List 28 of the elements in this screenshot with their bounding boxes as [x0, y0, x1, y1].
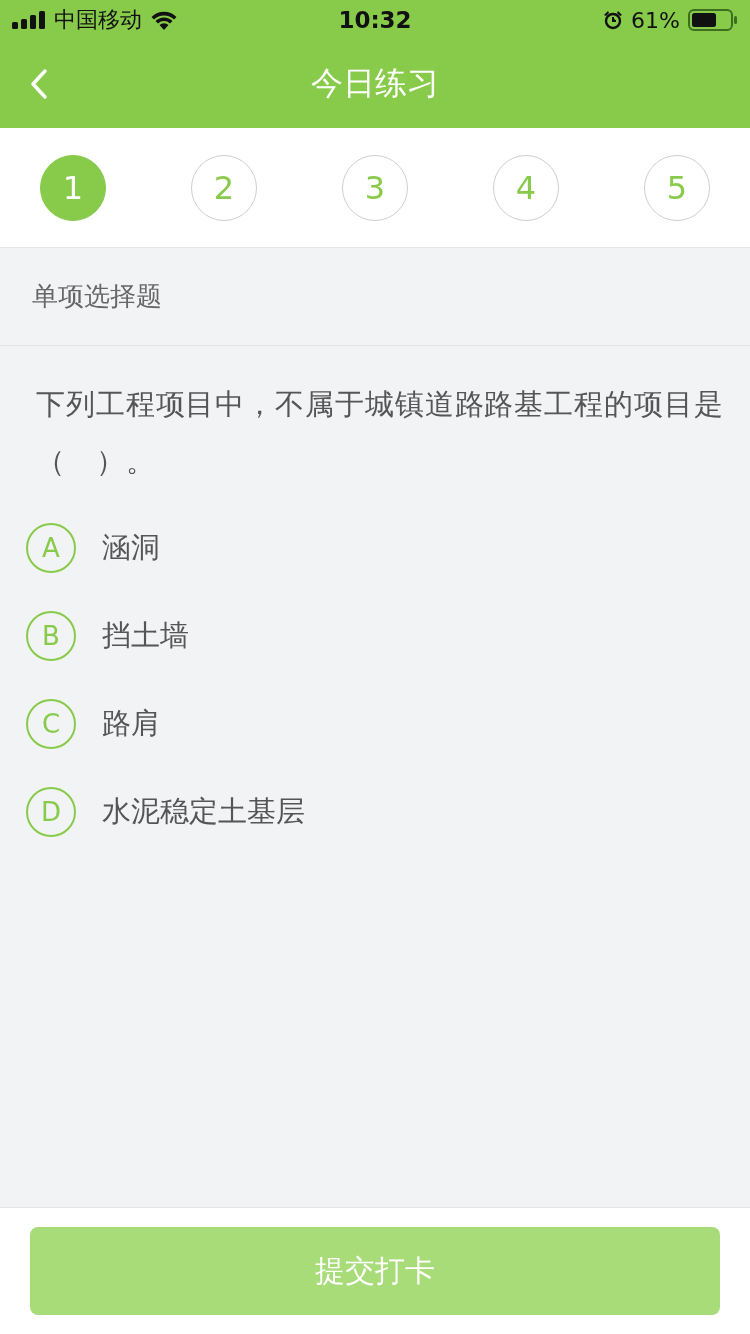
- question-number-tab[interactable]: 2: [191, 154, 257, 221]
- status-time: 10:32: [338, 7, 412, 33]
- option-letter: B: [26, 611, 76, 661]
- battery-percent: 61%: [631, 7, 680, 33]
- question-number-tab[interactable]: 5: [644, 154, 710, 221]
- option-text: 挡土墙: [102, 617, 189, 654]
- option-letter: A: [26, 523, 76, 573]
- option-letter: C: [26, 699, 76, 749]
- question-number-tab[interactable]: 1: [40, 154, 106, 221]
- question-text: 下列工程项目中，不属于城镇道路路基工程的项目是（ ）。: [35, 386, 725, 480]
- answer-option[interactable]: B 挡土墙: [0, 592, 750, 680]
- carrier-name: 中国移动: [54, 6, 142, 34]
- battery-icon: [688, 9, 738, 31]
- option-text: 水泥稳定土基层: [102, 793, 305, 830]
- page-title: 今日练习: [311, 63, 439, 104]
- answer-option[interactable]: C 路肩: [0, 680, 750, 768]
- question-number-tab[interactable]: 4: [493, 154, 559, 221]
- answer-option[interactable]: A 涵洞: [0, 504, 750, 592]
- option-letter: D: [26, 787, 76, 837]
- question-number-tab[interactable]: 3: [342, 154, 408, 221]
- signal-icon: [12, 11, 46, 29]
- back-icon: [30, 68, 48, 100]
- question-type: 单项选择题: [32, 280, 162, 313]
- wifi-icon: [150, 10, 178, 30]
- answer-option[interactable]: D 水泥稳定土基层: [0, 768, 750, 856]
- alarm-icon: [603, 10, 624, 30]
- option-text: 涵洞: [102, 529, 160, 566]
- option-text: 路肩: [102, 705, 160, 742]
